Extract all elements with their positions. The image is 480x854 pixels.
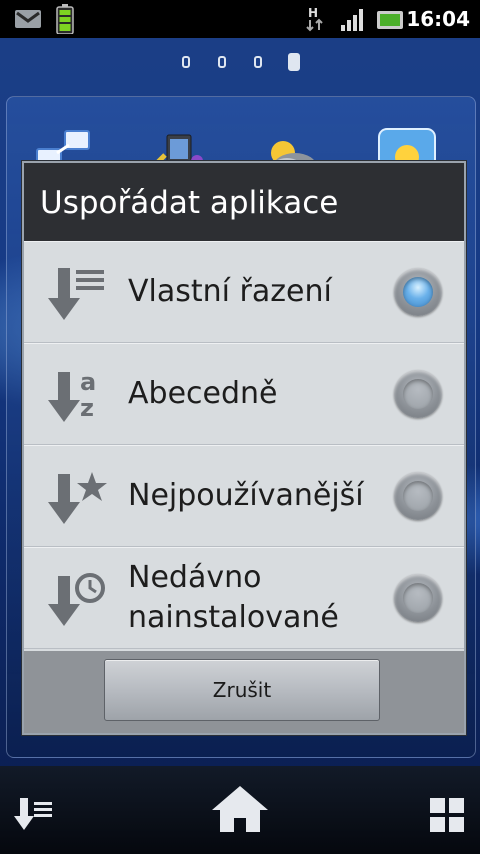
option-alphabetical[interactable]: a z Abecedně bbox=[24, 343, 464, 445]
option-label: Nedávno nainstalované bbox=[128, 560, 339, 635]
screen-icon bbox=[377, 11, 403, 29]
sort-icon[interactable] bbox=[14, 796, 54, 832]
cancel-button[interactable]: Zrušit bbox=[104, 659, 380, 721]
app-grid-icon[interactable] bbox=[430, 798, 464, 832]
status-bar: H 16:04 bbox=[0, 0, 480, 38]
bottom-dock bbox=[0, 766, 480, 854]
clock: 16:04 bbox=[406, 7, 470, 31]
sort-apps-dialog: Uspořádat aplikace Vlastní řazení a z Ab… bbox=[22, 161, 466, 735]
gmail-notification-icon bbox=[15, 10, 41, 28]
data-hspa-icon: H bbox=[306, 6, 323, 32]
signal-strength-icon bbox=[341, 9, 363, 31]
page-dot[interactable] bbox=[254, 56, 262, 68]
radio-button[interactable] bbox=[394, 370, 442, 418]
home-icon[interactable] bbox=[210, 784, 270, 834]
option-custom-sort[interactable]: Vlastní řazení bbox=[24, 241, 464, 343]
svg-text:a: a bbox=[80, 368, 96, 396]
option-most-used[interactable]: Nejpoužívanější bbox=[24, 445, 464, 547]
sort-most-used-icon bbox=[48, 472, 107, 524]
svg-text:H: H bbox=[308, 6, 318, 20]
radio-button-selected[interactable] bbox=[394, 268, 442, 316]
radio-button[interactable] bbox=[394, 574, 442, 622]
sort-recent-icon bbox=[48, 573, 105, 626]
radio-button[interactable] bbox=[394, 472, 442, 520]
dialog-title: Uspořádat aplikace bbox=[40, 185, 339, 221]
option-label: Nejpoužívanější bbox=[128, 478, 364, 513]
page-dot[interactable] bbox=[182, 56, 190, 68]
battery-charging-icon bbox=[56, 4, 74, 34]
dialog-header: Uspořádat aplikace bbox=[24, 163, 464, 241]
page-dot-active[interactable] bbox=[288, 53, 300, 71]
svg-text:z: z bbox=[80, 394, 94, 422]
sort-alphabetical-icon: a z bbox=[48, 368, 96, 422]
dialog-footer: Zrušit bbox=[24, 651, 464, 733]
option-label: Vlastní řazení bbox=[128, 274, 332, 309]
option-label: Abecedně bbox=[128, 376, 278, 411]
option-recently-installed[interactable]: Nedávno nainstalované bbox=[24, 547, 464, 649]
page-indicator bbox=[0, 53, 480, 72]
page-dot[interactable] bbox=[218, 56, 226, 68]
sort-custom-icon bbox=[48, 268, 104, 320]
